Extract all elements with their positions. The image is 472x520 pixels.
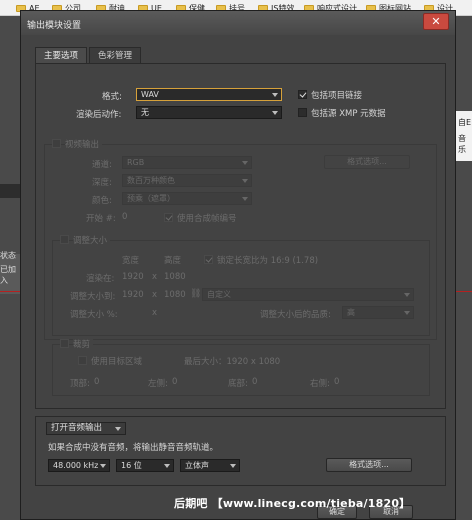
post-render-label: 渲染后动作: (76, 110, 122, 120)
chevron-down-icon (100, 464, 106, 468)
audio-output-mode-select[interactable]: 打开音频输出 (46, 422, 126, 435)
watermark-text: 后期吧 【www.linecg.com/tieba/1820】 (174, 497, 411, 510)
resize-checkbox[interactable] (60, 235, 69, 244)
use-comp-frame-label: 使用合成帧编号 (177, 214, 237, 224)
main-options-panel: 格式: WAV 包括项目链接 渲染后动作: 无 包括源 XMP 元数据 视频输出… (35, 63, 446, 409)
depth-label: 深度: (92, 178, 112, 188)
chevron-down-icon (242, 161, 248, 165)
chevron-down-icon (242, 197, 248, 201)
start-frame-value[interactable]: 0 (122, 212, 127, 222)
dialog-titlebar[interactable]: 输出模块设置 ✕ (21, 11, 455, 35)
times-label: x (152, 308, 158, 318)
tab-color-management[interactable]: 色彩管理 (89, 47, 142, 64)
background-text: 音乐 (458, 134, 466, 154)
include-project-link-checkbox[interactable] (298, 90, 307, 99)
use-roi-label: 使用目标区域 (91, 357, 143, 367)
crop-top-label: 顶部: (70, 379, 90, 389)
height-label: 高度 (164, 256, 182, 266)
video-output-header: 视频输出 (65, 138, 103, 150)
video-format-options-button[interactable]: 格式选项... (324, 155, 410, 169)
crop-right-label: 右侧: (310, 379, 330, 389)
resize-width-input[interactable]: 1920 (122, 290, 144, 300)
width-label: 宽度 (122, 256, 140, 266)
include-xmp-label: 包括源 XMP 元数据 (311, 109, 386, 119)
color-label: 颜色: (92, 196, 112, 206)
crop-left-value[interactable]: 0 (172, 377, 177, 387)
resize-quality-select[interactable]: 高 (342, 306, 414, 319)
include-xmp-checkbox[interactable] (298, 108, 307, 117)
resize-to-label: 调整大小到: (70, 292, 116, 302)
color-select[interactable]: 预乘（遮罩） (122, 192, 252, 205)
final-size-label: 最后大小：1920 x 1080 (184, 357, 281, 367)
times-label: x (152, 272, 158, 282)
dialog-title: 输出模块设置 (27, 21, 82, 31)
times-label: x (152, 290, 158, 300)
link-icon: ⛓ (190, 289, 202, 299)
video-output-checkbox[interactable] (52, 139, 61, 148)
resize-percent-label: 调整大小 %: (70, 310, 118, 320)
crop-bottom-label: 底部: (228, 379, 248, 389)
chevron-down-icon (115, 427, 121, 431)
crop-right-value[interactable]: 0 (334, 377, 339, 387)
channels-select[interactable]: RGB (122, 156, 252, 169)
crop-header: 裁剪 (73, 338, 94, 350)
bit-depth-select[interactable]: 16 位 (116, 459, 174, 472)
render-at-label: 渲染在: (86, 274, 115, 284)
chevron-down-icon (404, 293, 410, 297)
chevron-down-icon (242, 179, 248, 183)
format-select[interactable]: WAV (136, 88, 282, 101)
crop-left-label: 左侧: (148, 379, 168, 389)
depth-select[interactable]: 数百万种颜色 (122, 174, 252, 187)
sample-rate-select[interactable]: 48.000 kHz (48, 459, 110, 472)
lock-aspect-checkbox[interactable] (204, 255, 213, 264)
audio-output-group: 打开音频输出 如果合成中没有音频，将输出静音音频轨道。 48.000 kHz 1… (35, 416, 446, 486)
lock-aspect-label: 锁定长宽比为 16:9 (1.78) (217, 256, 319, 266)
render-width-value: 1920 (122, 272, 144, 282)
close-icon: ✕ (431, 15, 441, 28)
background-text: 状态 (0, 251, 16, 260)
crop-bottom-value[interactable]: 0 (252, 377, 257, 387)
include-project-link-label: 包括项目链接 (311, 91, 363, 101)
resize-header: 调整大小 (73, 234, 111, 246)
background-text: 已加入 (0, 265, 16, 285)
channels-label: 通道: (92, 160, 112, 170)
chevron-down-icon (272, 93, 278, 97)
format-label: 格式: (102, 92, 122, 102)
chevron-down-icon (404, 311, 410, 315)
resize-preset-select[interactable]: 自定义 (202, 288, 414, 301)
tab-bar: 主要选项 色彩管理 (35, 47, 143, 64)
chevron-down-icon (230, 464, 236, 468)
render-height-value: 1080 (164, 272, 186, 282)
audio-channels-select[interactable]: 立体声 (180, 459, 240, 472)
background-app-right: 自E 音乐 (456, 16, 472, 520)
tab-main-options[interactable]: 主要选项 (35, 47, 88, 64)
resize-quality-label: 调整大小后的品质: (260, 310, 331, 320)
crop-checkbox[interactable] (60, 339, 69, 348)
close-button[interactable]: ✕ (423, 13, 449, 30)
audio-format-options-button[interactable]: 格式选项... (326, 458, 412, 472)
chevron-down-icon (272, 111, 278, 115)
background-text: 自E (458, 118, 472, 127)
crop-top-value[interactable]: 0 (94, 377, 99, 387)
audio-note: 如果合成中没有音频，将输出静音音频轨道。 (48, 443, 219, 453)
chevron-down-icon (164, 464, 170, 468)
resize-height-input[interactable]: 1080 (164, 290, 186, 300)
use-roi-checkbox[interactable] (78, 356, 87, 365)
output-module-settings-dialog: 输出模块设置 ✕ 主要选项 色彩管理 格式: WAV 包括项目链接 渲染后动作:… (20, 10, 456, 520)
post-render-select[interactable]: 无 (136, 106, 282, 119)
start-frame-label: 开始 #: (86, 214, 116, 224)
use-comp-frame-checkbox[interactable] (164, 213, 173, 222)
background-app-left: 状态 已加入 (0, 16, 22, 520)
